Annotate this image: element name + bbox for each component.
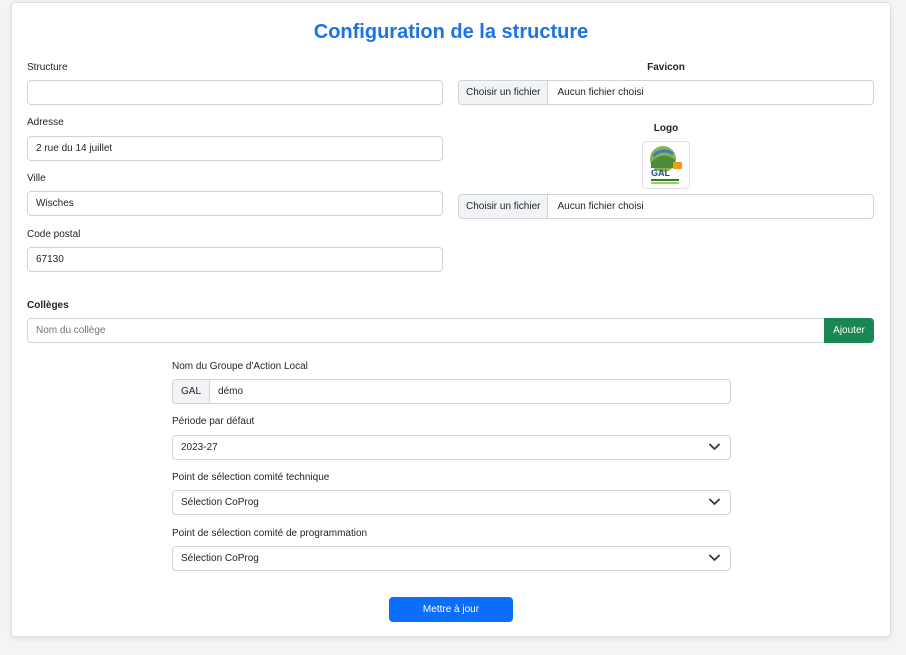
comite-technique-selected-value: Sélection CoProg [181,497,259,508]
comite-programmation-select[interactable]: Sélection CoProg [172,546,731,571]
gal-prefix-addon: GAL [173,380,211,403]
structure-input[interactable] [27,80,443,105]
favicon-file-input[interactable]: Choisir un fichier Aucun fichier choisi [458,80,874,105]
logo-image: GAL [642,141,690,189]
page-title: Configuration de la structure [313,21,589,43]
favicon-file-status: Aucun fichier choisi [557,87,644,98]
comite-technique-select[interactable]: Sélection CoProg [172,490,731,515]
add-college-button[interactable]: Ajouter [824,318,874,343]
chevron-down-icon [709,498,720,505]
adresse-input[interactable]: 2 rue du 14 juillet [27,136,443,161]
code-postal-input[interactable]: 67130 [27,247,443,272]
periode-select[interactable]: 2023-27 [172,435,731,460]
periode-selected-value: 2023-27 [181,442,218,453]
logo-file-input[interactable]: Choisir un fichier Aucun fichier choisi [458,194,874,219]
comite-programmation-selected-value: Sélection CoProg [181,553,259,564]
favicon-choose-button[interactable]: Choisir un fichier [459,81,549,104]
logo-label: Logo [653,123,679,134]
comite-technique-label: Point de sélection comité technique [172,472,330,483]
college-name-input[interactable]: Nom du collège [27,318,825,343]
gal-name-input-group: GAL démo [172,379,731,404]
update-button[interactable]: Mettre à jour [389,597,513,622]
logo-file-status: Aucun fichier choisi [557,201,644,212]
structure-label: Structure [27,62,68,73]
comite-programmation-label: Point de sélection comité de programmati… [172,528,368,539]
config-card: Configuration de la structure Structure … [11,2,891,637]
gal-name-input[interactable]: démo [210,380,730,403]
adresse-label: Adresse [27,117,64,128]
chevron-down-icon [709,554,720,561]
logo-choose-button[interactable]: Choisir un fichier [459,195,549,218]
ville-input[interactable]: Wisches [27,191,443,216]
svg-text:GAL: GAL [651,168,671,178]
favicon-label: Favicon [647,62,685,73]
gal-name-label: Nom du Groupe d'Action Local [172,361,308,372]
code-postal-label: Code postal [27,229,81,240]
gal-logo-icon: GAL [650,146,682,184]
colleges-label: Collèges [27,300,69,311]
ville-label: Ville [27,173,46,184]
chevron-down-icon [709,443,720,450]
periode-label: Période par défaut [172,416,255,427]
